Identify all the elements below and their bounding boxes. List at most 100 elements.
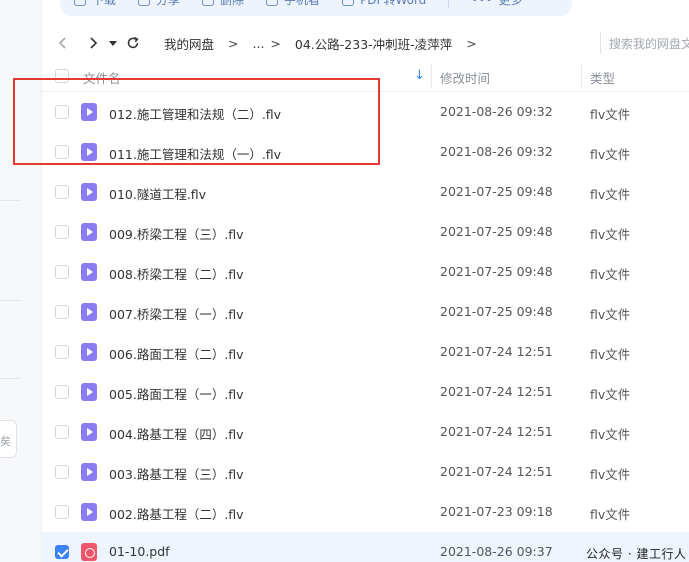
file-name[interactable]: 01-10.pdf <box>109 544 170 559</box>
file-name[interactable]: 007.桥梁工程（一）.flv <box>109 304 244 323</box>
forward-button[interactable] <box>80 30 106 56</box>
more-icon: ••• <box>471 0 492 7</box>
row-checkbox[interactable] <box>55 185 69 199</box>
table-row[interactable]: 008.桥梁工程（二）.flv 2021-07-25 09:48 flv文件 <box>42 252 689 292</box>
row-checkbox[interactable] <box>55 225 69 239</box>
file-name[interactable]: 010.隧道工程.flv <box>109 184 206 203</box>
file-name[interactable]: 003.路基工程（三）.flv <box>109 464 244 483</box>
column-header-type[interactable]: 类型 <box>590 68 615 87</box>
delete-button[interactable]: 删除 <box>202 0 244 8</box>
row-checkbox[interactable] <box>55 505 69 519</box>
file-name[interactable]: 011.施工管理和法规（一）.flv <box>109 144 281 163</box>
file-mtime: 2021-08-26 09:32 <box>440 104 553 119</box>
action-toolbar: 下载 分享 删除 手机看 PDF转Word ••• 更多 <box>60 0 572 16</box>
table-row[interactable]: 004.路基工程（四）.flv 2021-07-24 12:51 flv文件 <box>42 412 689 452</box>
search-input[interactable]: 搜索我的网盘文 <box>600 32 689 54</box>
phone-view-button[interactable]: 手机看 <box>266 0 320 8</box>
row-checkbox[interactable] <box>55 345 69 359</box>
convert-icon <box>342 0 355 6</box>
sidebar-button-label: 矣 <box>0 435 11 448</box>
nav-bar: 我的网盘 > ... > 04.公路-233-冲刺班-凌萍萍 > 搜索我的网盘文 <box>42 28 689 58</box>
video-file-icon <box>81 303 97 321</box>
toolbar-divider <box>448 0 450 8</box>
download-label: 下载 <box>92 0 117 7</box>
table-row[interactable]: 010.隧道工程.flv 2021-07-25 09:48 flv文件 <box>42 172 689 212</box>
select-all-checkbox[interactable] <box>55 69 69 83</box>
video-file-icon <box>81 343 97 361</box>
file-type: flv文件 <box>590 107 631 122</box>
file-mtime: 2021-07-24 12:51 <box>440 384 553 399</box>
file-type: flv文件 <box>590 347 631 362</box>
row-checkbox[interactable] <box>55 465 69 479</box>
row-checkbox[interactable] <box>55 145 69 159</box>
sidebar: 矣 <box>0 0 42 562</box>
file-list: 012.施工管理和法规（二）.flv 2021-08-26 09:32 flv文… <box>42 92 689 562</box>
file-name[interactable]: 004.路基工程（四）.flv <box>109 424 244 443</box>
file-mtime: 2021-08-26 09:37 <box>440 544 553 559</box>
chevron-right-icon <box>90 37 98 49</box>
table-row[interactable]: 009.桥梁工程（三）.flv 2021-07-25 09:48 flv文件 <box>42 212 689 252</box>
delete-icon <box>202 0 215 6</box>
row-checkbox[interactable] <box>55 265 69 279</box>
video-file-icon <box>81 183 97 201</box>
caret-down-icon <box>109 41 117 46</box>
table-header: 文件名 ↓ 修改时间 类型 <box>42 60 689 92</box>
file-name[interactable]: 009.桥梁工程（三）.flv <box>109 224 244 243</box>
file-name[interactable]: 002.路基工程（二）.flv <box>109 504 244 523</box>
file-name[interactable]: 005.路面工程（一）.flv <box>109 384 244 403</box>
column-divider[interactable] <box>431 64 432 88</box>
download-button[interactable]: 下载 <box>74 0 116 8</box>
file-name[interactable]: 012.施工管理和法规（二）.flv <box>109 104 281 123</box>
file-mtime: 2021-07-24 12:51 <box>440 424 553 439</box>
pdf-to-word-button[interactable]: PDF转Word <box>342 0 426 8</box>
column-header-mtime[interactable]: 修改时间 <box>440 68 490 87</box>
phone-icon <box>266 0 279 6</box>
column-header-name[interactable]: 文件名 <box>83 68 121 87</box>
chevron-left-icon <box>58 37 66 49</box>
table-row[interactable]: 002.路基工程（二）.flv 2021-07-23 09:18 flv文件 <box>42 492 689 532</box>
refresh-icon <box>127 36 139 49</box>
column-divider[interactable] <box>581 64 582 88</box>
row-checkbox[interactable] <box>55 425 69 439</box>
pdf-file-icon <box>81 543 97 561</box>
table-row[interactable]: 005.路面工程（一）.flv 2021-07-24 12:51 flv文件 <box>42 372 689 412</box>
file-mtime: 2021-08-26 09:32 <box>440 144 553 159</box>
file-name[interactable]: 008.桥梁工程（二）.flv <box>109 264 244 283</box>
table-row[interactable]: 011.施工管理和法规（一）.flv 2021-08-26 09:32 flv文… <box>42 132 689 172</box>
video-file-icon <box>81 223 97 241</box>
refresh-button[interactable] <box>120 30 146 56</box>
video-file-icon <box>81 463 97 481</box>
table-row[interactable]: 003.路基工程（三）.flv 2021-07-24 12:51 flv文件 <box>42 452 689 492</box>
history-dropdown-button[interactable] <box>106 30 120 56</box>
breadcrumb-ellipsis[interactable]: ... <box>253 36 265 51</box>
row-checkbox[interactable] <box>55 105 69 119</box>
breadcrumb-separator: > <box>270 35 281 51</box>
breadcrumb-separator: > <box>466 35 477 51</box>
back-button[interactable] <box>50 30 76 56</box>
table-row[interactable]: 006.路面工程（二）.flv 2021-07-24 12:51 flv文件 <box>42 332 689 372</box>
row-checkbox[interactable] <box>55 385 69 399</box>
file-mtime: 2021-07-24 12:51 <box>440 464 553 479</box>
row-checkbox-checked[interactable] <box>55 545 69 559</box>
phone-view-label: 手机看 <box>284 0 321 7</box>
video-file-icon <box>81 143 97 161</box>
sort-arrow-icon[interactable]: ↓ <box>414 68 425 83</box>
more-button[interactable]: ••• 更多 <box>471 0 522 8</box>
table-row[interactable]: 012.施工管理和法规（二）.flv 2021-08-26 09:32 flv文… <box>42 92 689 132</box>
file-type: flv文件 <box>590 387 631 402</box>
sidebar-divider <box>0 200 20 201</box>
breadcrumb-root[interactable]: 我的网盘 <box>164 34 214 53</box>
row-checkbox[interactable] <box>55 305 69 319</box>
file-name[interactable]: 006.路面工程（二）.flv <box>109 344 244 363</box>
file-type: flv文件 <box>590 147 631 162</box>
breadcrumb-current[interactable]: 04.公路-233-冲刺班-凌萍萍 <box>295 34 452 53</box>
file-mtime: 2021-07-25 09:48 <box>440 184 553 199</box>
video-file-icon <box>81 423 97 441</box>
share-button[interactable]: 分享 <box>138 0 180 8</box>
delete-label: 删除 <box>220 0 245 7</box>
file-type: flv文件 <box>590 227 631 242</box>
file-type: flv文件 <box>590 507 631 522</box>
table-row[interactable]: 007.桥梁工程（一）.flv 2021-07-25 09:48 flv文件 <box>42 292 689 332</box>
video-file-icon <box>81 503 97 521</box>
file-type: flv文件 <box>590 267 631 282</box>
